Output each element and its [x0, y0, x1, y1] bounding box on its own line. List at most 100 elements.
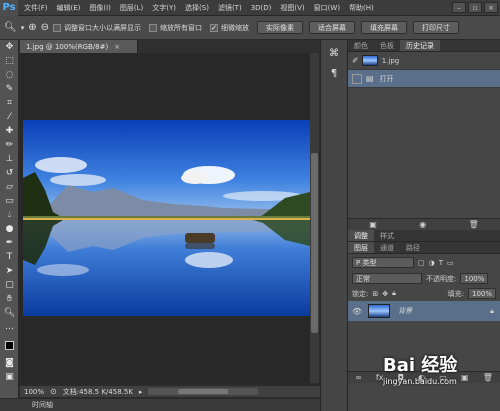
- horizontal-scrollbar[interactable]: [148, 388, 259, 395]
- gradient-tool-icon[interactable]: ▭: [0, 194, 19, 208]
- link-layers-icon[interactable]: ∞: [355, 373, 362, 382]
- document-image[interactable]: [23, 120, 310, 316]
- fit-screen-button[interactable]: 适合屏幕: [309, 21, 355, 34]
- tab-styles[interactable]: 样式: [374, 230, 400, 241]
- lock-position-icon[interactable]: ✥: [382, 290, 388, 298]
- layer-filter-select[interactable]: P 类型: [352, 257, 414, 268]
- tab-swatches[interactable]: 色板: [374, 40, 400, 51]
- type-tool-icon[interactable]: T: [0, 250, 19, 264]
- zoom-all-windows-checkbox[interactable]: [149, 23, 157, 32]
- close-button[interactable]: ×: [484, 2, 498, 13]
- actual-pixels-button[interactable]: 实际像素: [257, 21, 303, 34]
- fill-field[interactable]: 100%: [468, 288, 496, 299]
- blur-tool-icon[interactable]: 💧︎: [0, 208, 19, 222]
- menu-type[interactable]: 文字(Y): [152, 3, 176, 13]
- more-tools-icon[interactable]: …: [0, 320, 19, 334]
- filter-adjust-icon[interactable]: ◑: [429, 259, 435, 267]
- menu-layer[interactable]: 图层(L): [120, 3, 143, 13]
- screen-mode-icon[interactable]: ▣: [0, 370, 19, 384]
- tab-history[interactable]: 历史记录: [400, 40, 440, 51]
- crop-tool-icon[interactable]: ⌗: [0, 96, 19, 110]
- marquee-tool-icon[interactable]: ⬚: [0, 54, 19, 68]
- history-actions: ▣ ◉ 🗑︎: [348, 218, 500, 230]
- opacity-field[interactable]: 100%: [460, 273, 489, 284]
- filter-shape-icon[interactable]: ▭: [447, 259, 454, 267]
- menu-view[interactable]: 视图(V): [280, 3, 304, 13]
- history-checkbox[interactable]: [352, 73, 362, 84]
- trash-icon[interactable]: 🗑︎: [469, 220, 479, 229]
- close-icon[interactable]: ×: [114, 43, 120, 51]
- filter-pixel-icon[interactable]: ▢: [418, 259, 425, 267]
- eyedropper-tool-icon[interactable]: ⁄: [0, 110, 19, 124]
- snapshot-label: 1.jpg: [381, 56, 400, 65]
- healing-brush-tool-icon[interactable]: ✚: [0, 124, 19, 138]
- tab-paths[interactable]: 路径: [400, 242, 426, 253]
- fill-screen-button[interactable]: 填充屏幕: [361, 21, 407, 34]
- history-step-open[interactable]: ▤ 打开: [348, 70, 500, 88]
- menu-window[interactable]: 窗口(W): [314, 3, 340, 13]
- tab-channels[interactable]: 通道: [374, 242, 400, 253]
- clone-stamp-tool-icon[interactable]: ⊥: [0, 152, 19, 166]
- document-icon: ▤: [366, 74, 374, 83]
- new-document-icon[interactable]: ▣: [369, 220, 377, 229]
- zoom-tool-icon[interactable]: 🔍︎: [4, 22, 17, 33]
- lasso-tool-icon[interactable]: ◌: [0, 68, 19, 82]
- lock-pixels-icon[interactable]: ⊞: [372, 290, 378, 298]
- print-size-button[interactable]: 打印尺寸: [413, 21, 459, 34]
- pen-tool-icon[interactable]: ✒: [0, 236, 19, 250]
- tab-color[interactable]: 颜色: [348, 40, 374, 51]
- lock-all-icon[interactable]: 🔒︎: [392, 289, 396, 298]
- menu-edit[interactable]: 编辑(E): [57, 3, 81, 13]
- document-tab-label: 1.jpg @ 100%(RGB/8#): [26, 42, 109, 51]
- history-panel-icon[interactable]: ⌘: [325, 46, 343, 60]
- properties-panel-icon[interactable]: ¶: [325, 66, 343, 80]
- move-tool-icon[interactable]: ✥: [0, 40, 19, 54]
- maximize-button[interactable]: ▫: [468, 2, 482, 13]
- share-icon[interactable]: ⊙: [50, 387, 57, 396]
- dodge-tool-icon[interactable]: ●: [0, 222, 19, 236]
- layer-name[interactable]: 背景: [398, 306, 412, 316]
- zoom-out-icon[interactable]: ⊖: [41, 22, 49, 33]
- zoom-level[interactable]: 100%: [24, 388, 44, 396]
- path-select-tool-icon[interactable]: ➤: [0, 264, 19, 278]
- brush-source-icon[interactable]: ✐: [352, 56, 359, 65]
- quick-mask-icon[interactable]: ◙: [0, 356, 19, 370]
- zoom-in-icon[interactable]: ⊕: [28, 22, 36, 33]
- zoom-tool-icon[interactable]: 🔍︎: [0, 306, 19, 320]
- filter-type-icon[interactable]: T: [439, 259, 443, 267]
- brush-tool-icon[interactable]: ✏: [0, 138, 19, 152]
- history-brush-tool-icon[interactable]: ↺: [0, 166, 19, 180]
- vertical-scrollbar[interactable]: [310, 53, 319, 383]
- blend-mode-select[interactable]: 正常: [352, 273, 422, 284]
- chevron-right-icon[interactable]: ▸: [139, 388, 143, 396]
- scrollbar-thumb[interactable]: [311, 153, 318, 333]
- menu-3d[interactable]: 3D(D): [251, 4, 272, 12]
- eraser-tool-icon[interactable]: ▱: [0, 180, 19, 194]
- timeline-bar[interactable]: 时间轴: [0, 398, 320, 411]
- menu-help[interactable]: 帮助(H): [349, 3, 374, 13]
- opacity-label: 不透明度:: [426, 274, 457, 283]
- quick-select-tool-icon[interactable]: ✎: [0, 82, 19, 96]
- history-snapshot[interactable]: ✐ 1.jpg: [348, 52, 500, 70]
- menu-select[interactable]: 选择(S): [185, 3, 209, 13]
- scrubby-zoom-checkbox[interactable]: ✓: [210, 23, 218, 32]
- hand-tool-icon[interactable]: ✋︎: [0, 292, 19, 306]
- camera-icon[interactable]: ◉: [419, 220, 426, 229]
- color-swatches-icon[interactable]: [0, 334, 19, 356]
- lock-label: 锁定:: [352, 289, 369, 298]
- menu-image[interactable]: 图像(I): [89, 3, 111, 13]
- eye-icon[interactable]: 👁︎: [352, 307, 362, 316]
- minimize-button[interactable]: –: [452, 2, 466, 13]
- menu-file[interactable]: 文件(F): [24, 3, 48, 13]
- tab-adjustments[interactable]: 调整: [348, 230, 374, 241]
- resize-windows-checkbox[interactable]: [53, 23, 61, 32]
- history-tabs: 颜色 色板 历史记录: [348, 40, 500, 52]
- tab-layers[interactable]: 图层: [348, 242, 374, 253]
- watermark-url: jingyan.baidu.com: [383, 377, 457, 386]
- menu-filter[interactable]: 滤镜(T): [218, 3, 242, 13]
- document-tab[interactable]: 1.jpg @ 100%(RGB/8#) ×: [20, 40, 138, 53]
- chevron-down-icon[interactable]: ▾: [21, 24, 25, 32]
- layer-row-background[interactable]: 👁︎ 背景 🔒︎: [348, 301, 500, 321]
- scrollbar-thumb[interactable]: [178, 389, 229, 394]
- shape-tool-icon[interactable]: ▢: [0, 278, 19, 292]
